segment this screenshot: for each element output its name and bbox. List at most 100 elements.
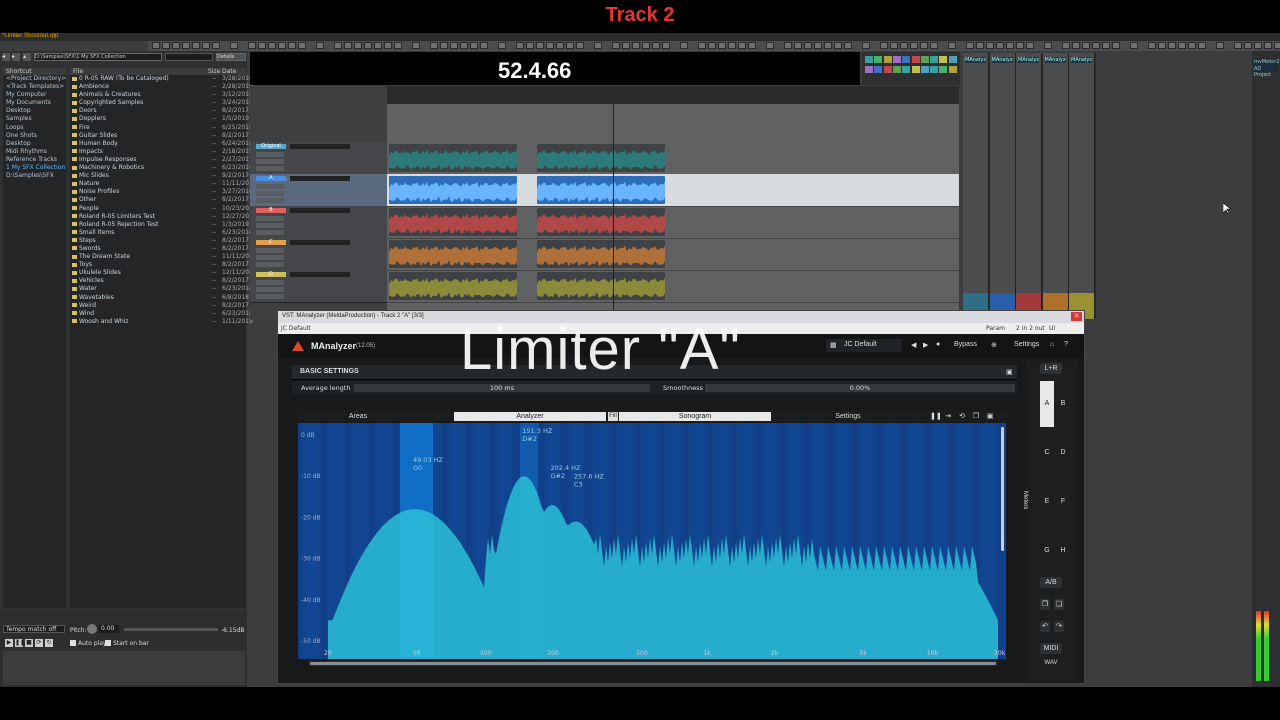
home-icon[interactable]: ⌂ xyxy=(1050,341,1054,348)
io-button[interactable]: 2 in 2 out xyxy=(1016,325,1045,332)
toolbar-button-icon[interactable] xyxy=(698,42,706,49)
toolbar-button-icon[interactable] xyxy=(680,42,688,49)
track-header[interactable]: D xyxy=(250,270,387,303)
toolbar-button-icon[interactable] xyxy=(794,42,802,49)
file-row[interactable]: Impulse Responses -- 2/27/2017 xyxy=(70,156,253,164)
master-fx-2[interactable]: AD Project xyxy=(1254,66,1278,78)
pad-button[interactable] xyxy=(920,66,929,73)
toolbar-button-icon[interactable] xyxy=(1198,42,1206,49)
track-button[interactable] xyxy=(256,280,284,285)
fx-slot[interactable]: MAnalyzer xyxy=(965,57,986,63)
toolbar-button-icon[interactable] xyxy=(948,42,956,49)
ui-button[interactable]: UI xyxy=(1049,325,1055,332)
track-button[interactable] xyxy=(256,198,284,203)
track-color-label[interactable]: Original xyxy=(256,144,286,149)
param-button[interactable]: Param xyxy=(986,325,1005,332)
toolbar-button-icon[interactable] xyxy=(824,42,832,49)
toolbar-button-icon[interactable] xyxy=(890,42,898,49)
pad-button[interactable] xyxy=(939,66,948,73)
play-icon[interactable]: ▶ xyxy=(5,639,13,647)
toolbar-button-icon[interactable] xyxy=(430,42,438,49)
toolbar-button-icon[interactable] xyxy=(162,42,170,49)
file-row[interactable]: People -- 10/23/2018 xyxy=(70,205,257,213)
media-item[interactable] xyxy=(537,144,665,172)
file-row[interactable]: Impacts -- 2/18/2019 xyxy=(70,148,253,156)
toolbar-button-icon[interactable] xyxy=(364,42,372,49)
arrange-view[interactable] xyxy=(387,86,959,342)
pad-button[interactable] xyxy=(930,56,939,63)
shortcut-item[interactable]: Midi Rhythms xyxy=(3,148,66,156)
toolbar-button-icon[interactable] xyxy=(738,42,746,49)
toolbar-button-icon[interactable] xyxy=(1082,42,1090,49)
toolbar-button-icon[interactable] xyxy=(230,42,238,49)
toolbar-button-icon[interactable] xyxy=(784,42,792,49)
toolbar-button-icon[interactable] xyxy=(1158,42,1166,49)
repeat-icon[interactable]: ↻ xyxy=(45,639,53,647)
smoothness-slider[interactable]: 0.00% xyxy=(705,384,1015,392)
track-header[interactable]: C xyxy=(250,238,387,271)
date-column-header[interactable]: Date xyxy=(222,68,236,75)
toolbar-button-icon[interactable] xyxy=(450,42,458,49)
path-input[interactable]: D:\Samples\SFX\1 My SFX Collection xyxy=(34,53,162,61)
toolbar-button-icon[interactable] xyxy=(1102,42,1110,49)
preset-slot-e[interactable]: E xyxy=(1040,479,1054,525)
shortcut-item[interactable]: D:\Samples\SFX xyxy=(3,172,66,180)
toolbar-button-icon[interactable] xyxy=(556,42,564,49)
file-row[interactable]: Water -- 6/23/2018 xyxy=(70,285,253,293)
file-row[interactable]: Dopplers -- 1/5/2019 xyxy=(70,115,249,123)
toolbar-button-icon[interactable] xyxy=(1016,42,1024,49)
toolbar-button-icon[interactable] xyxy=(1006,42,1014,49)
toolbar-button-icon[interactable] xyxy=(966,42,974,49)
vertical-scrollbar[interactable] xyxy=(1001,427,1004,551)
toolbar-button-icon[interactable] xyxy=(834,42,842,49)
channel-mode-button[interactable]: L+R xyxy=(1040,363,1062,374)
toolbar-button-icon[interactable] xyxy=(1264,42,1272,49)
toolbar-button-icon[interactable] xyxy=(612,42,620,49)
fill-toggle[interactable]: Fill xyxy=(608,412,618,421)
pad-button[interactable] xyxy=(865,56,873,63)
pad-button[interactable] xyxy=(892,66,901,73)
file-row[interactable]: Woosh and Whiz -- 1/11/2019 xyxy=(70,318,253,326)
file-row[interactable]: Toys -- 8/2/2017 xyxy=(70,261,249,269)
tempo-match-select[interactable]: Tempo match off xyxy=(3,625,65,633)
preset-slot-g[interactable]: G xyxy=(1040,528,1054,574)
autoplay-checkbox[interactable] xyxy=(70,640,76,646)
parent-folder-icon[interactable]: ▴ xyxy=(23,53,31,61)
shortcut-item[interactable]: Desktop xyxy=(3,140,66,148)
track-lane[interactable] xyxy=(387,270,959,303)
toolbar-button-icon[interactable] xyxy=(900,42,908,49)
toolbar-button-icon[interactable] xyxy=(1216,42,1224,49)
toolbar-button-icon[interactable] xyxy=(460,42,468,49)
timeline-ruler[interactable] xyxy=(387,86,959,104)
shortcut-item[interactable]: Samples xyxy=(3,115,66,123)
tab-areas[interactable]: Areas xyxy=(318,412,398,421)
pad-button[interactable] xyxy=(920,56,929,63)
file-row[interactable]: Doors -- 8/2/2017 xyxy=(70,107,249,115)
preset-slot-h[interactable]: H xyxy=(1056,528,1070,574)
track-lane[interactable] xyxy=(387,142,959,175)
pad-button[interactable] xyxy=(911,66,920,73)
file-row[interactable]: Small Items -- 6/23/2018 xyxy=(70,229,253,237)
redo-icon[interactable]: ↷ xyxy=(1054,621,1064,632)
mixer-strip[interactable]: MAnalyzer xyxy=(963,53,989,319)
toolbar-button-icon[interactable] xyxy=(440,42,448,49)
toolbar-button-icon[interactable] xyxy=(1148,42,1156,49)
file-row[interactable]: Human Body -- 6/24/2018 xyxy=(70,140,253,148)
toolbar-button-icon[interactable] xyxy=(728,42,736,49)
pad-button[interactable] xyxy=(930,66,939,73)
shortcut-item[interactable]: Loops xyxy=(3,124,66,132)
file-row[interactable]: Nature -- 11/11/2017 xyxy=(70,180,257,188)
toolbar-button-icon[interactable] xyxy=(930,42,938,49)
pause-icon[interactable]: ❚❚ xyxy=(15,639,25,647)
toolbar-button-icon[interactable] xyxy=(576,42,584,49)
shortcut-item[interactable]: One Shots xyxy=(3,132,66,140)
toolbar-button-icon[interactable] xyxy=(748,42,756,49)
preset-slot-d[interactable]: D xyxy=(1056,430,1070,476)
toolbar-button-icon[interactable] xyxy=(1188,42,1196,49)
track-button[interactable] xyxy=(256,184,284,189)
toolbar-button-icon[interactable] xyxy=(844,42,852,49)
pad-button[interactable] xyxy=(948,56,957,63)
tab-settings[interactable]: Settings xyxy=(803,412,893,421)
zoom-scrollbar[interactable] xyxy=(308,661,998,666)
mixer-strip[interactable]: MAnalyzer xyxy=(1016,53,1042,319)
